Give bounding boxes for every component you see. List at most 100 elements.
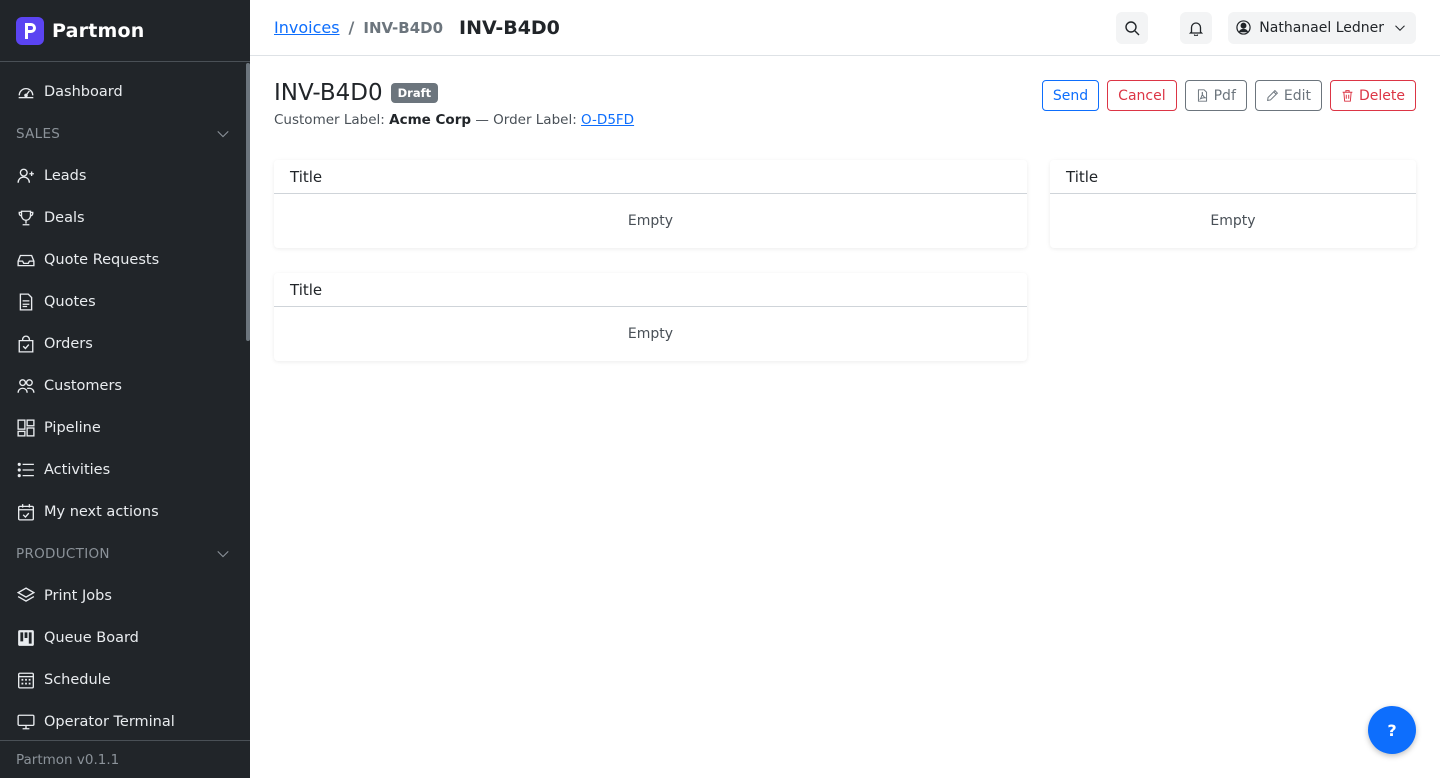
card-empty-text: Empty [627,213,674,229]
sidebar-nav: Dashboard SALES Leads Deals Quote Reques… [0,63,250,740]
page-header: INV-B4D0 Draft Customer Label: Acme Corp… [274,80,1416,128]
file-pdf-icon [1197,89,1207,102]
brand[interactable]: Partmon [0,0,250,62]
sidebar-item-label: My next actions [44,504,159,520]
sidebar-item-label: Activities [44,462,111,478]
card-title: Title [1050,160,1416,194]
chevron-down-icon [1395,24,1405,31]
sidebar-section-sales[interactable]: SALES [0,113,250,155]
sidebar-item-orders[interactable]: Orders [0,323,250,365]
page-title: INV-B4D0 [274,80,383,106]
brand-name: Partmon [52,19,145,42]
topbar: Invoices / INV-B4D0 INV-B4D0 Nathanael L… [250,0,1440,56]
content-card: Title Empty [274,160,1027,248]
status-badge: Draft [390,83,439,103]
list-icon [16,460,36,480]
sidebar-version: Partmon v0.1.1 [0,740,250,778]
order-label-link[interactable]: O-D5FD [581,112,634,128]
edit-button[interactable]: Edit [1254,80,1322,111]
sidebar-item-quotes[interactable]: Quotes [0,281,250,323]
customer-label-value: Acme Corp [389,112,472,128]
main-content: INV-B4D0 Draft Customer Label: Acme Corp… [250,56,1440,778]
topbar-actions: Nathanael Ledner [1084,11,1416,44]
order-label-prefix: Order Label: [493,112,577,128]
kanban-icon [16,418,36,438]
sidebar-item-deals[interactable]: Deals [0,197,250,239]
card-title: Title [274,160,1027,194]
layers-icon [16,586,36,606]
sidebar-item-label: Quotes [44,294,96,310]
chevron-down-icon [217,550,229,558]
inbox-icon [16,250,36,270]
sidebar-item-customers[interactable]: Customers [0,365,250,407]
sidebar-item-operator-terminal[interactable]: Operator Terminal [0,701,250,740]
delete-button[interactable]: Delete [1330,80,1416,111]
trash-icon [1342,90,1353,102]
sidebar-item-pipeline[interactable]: Pipeline [0,407,250,449]
user-name: Nathanael Ledner [1259,19,1384,36]
help-button[interactable]: ? [1368,706,1416,754]
document-icon [16,292,36,312]
topbar-title: INV-B4D0 [459,16,560,39]
cancel-button-label: Cancel [1118,87,1166,104]
breadcrumb-current: INV-B4D0 [363,18,444,37]
pencil-icon [1266,89,1278,101]
search-icon [1125,20,1140,35]
card-empty-text: Empty [1210,213,1256,229]
gauge-icon [16,82,36,102]
pdf-button[interactable]: Pdf [1184,80,1247,111]
board-icon [16,628,36,648]
pdf-button-label: Pdf [1213,87,1236,104]
sidebar-item-queue-board[interactable]: Queue Board [0,617,250,659]
brand-logo-icon [16,16,44,45]
calendar-check-icon [16,502,36,522]
sidebar-item-label: Queue Board [44,630,139,646]
sidebar-item-quote-requests[interactable]: Quote Requests [0,239,250,281]
calendar-grid-icon [16,670,36,690]
invoice-actions: Send Cancel Pdf Edit Delete [1041,80,1416,111]
sidebar-item-label: Deals [44,210,85,226]
customer-label-prefix: Customer Label: [274,112,385,128]
breadcrumb-separator: / [348,18,355,37]
sidebar-item-print-jobs[interactable]: Print Jobs [0,575,250,617]
sidebar-item-leads[interactable]: Leads [0,155,250,197]
user-plus-icon [16,166,36,186]
chevron-down-icon [217,130,229,138]
cancel-button[interactable]: Cancel [1107,80,1177,111]
section-label: PRODUCTION [16,546,110,562]
bell-icon [1189,21,1204,36]
sidebar-item-label: Schedule [44,672,111,688]
edit-button-label: Edit [1283,87,1311,104]
sidebar-item-label: Operator Terminal [44,714,175,730]
monitor-icon [16,712,36,732]
search-button[interactable] [1116,11,1149,44]
sidebar-item-label: Dashboard [44,84,123,100]
breadcrumb-invoices-link[interactable]: Invoices [274,18,340,37]
card-empty-text: Empty [627,326,674,342]
sidebar: Partmon Dashboard SALES Leads Deals Quot… [0,0,250,778]
meta-separator: — [475,112,489,128]
content-card: Title Empty [274,273,1027,361]
trophy-icon [16,208,36,228]
sidebar-item-label: Pipeline [44,420,101,436]
section-label: SALES [16,126,61,142]
content-card: Title Empty [1050,160,1416,248]
page-heading: INV-B4D0 Draft Customer Label: Acme Corp… [274,80,634,128]
notifications-button[interactable] [1180,11,1213,44]
delete-button-label: Delete [1359,87,1405,104]
send-button-label: Send [1052,87,1089,104]
sidebar-item-dashboard[interactable]: Dashboard [0,71,250,113]
people-icon [16,376,36,396]
sidebar-item-activities[interactable]: Activities [0,449,250,491]
sidebar-item-my-next-actions[interactable]: My next actions [0,491,250,533]
sidebar-item-label: Customers [44,378,122,394]
invoice-meta: Customer Label: Acme Corp — Order Label:… [274,112,634,128]
user-menu-button[interactable]: Nathanael Ledner [1228,11,1416,44]
sidebar-item-schedule[interactable]: Schedule [0,659,250,701]
sidebar-section-production[interactable]: PRODUCTION [0,533,250,575]
send-button[interactable]: Send [1041,80,1100,111]
sidebar-item-label: Leads [44,168,87,184]
bag-check-icon [16,334,36,354]
sidebar-item-label: Print Jobs [44,588,112,604]
sidebar-item-label: Quote Requests [44,252,160,268]
